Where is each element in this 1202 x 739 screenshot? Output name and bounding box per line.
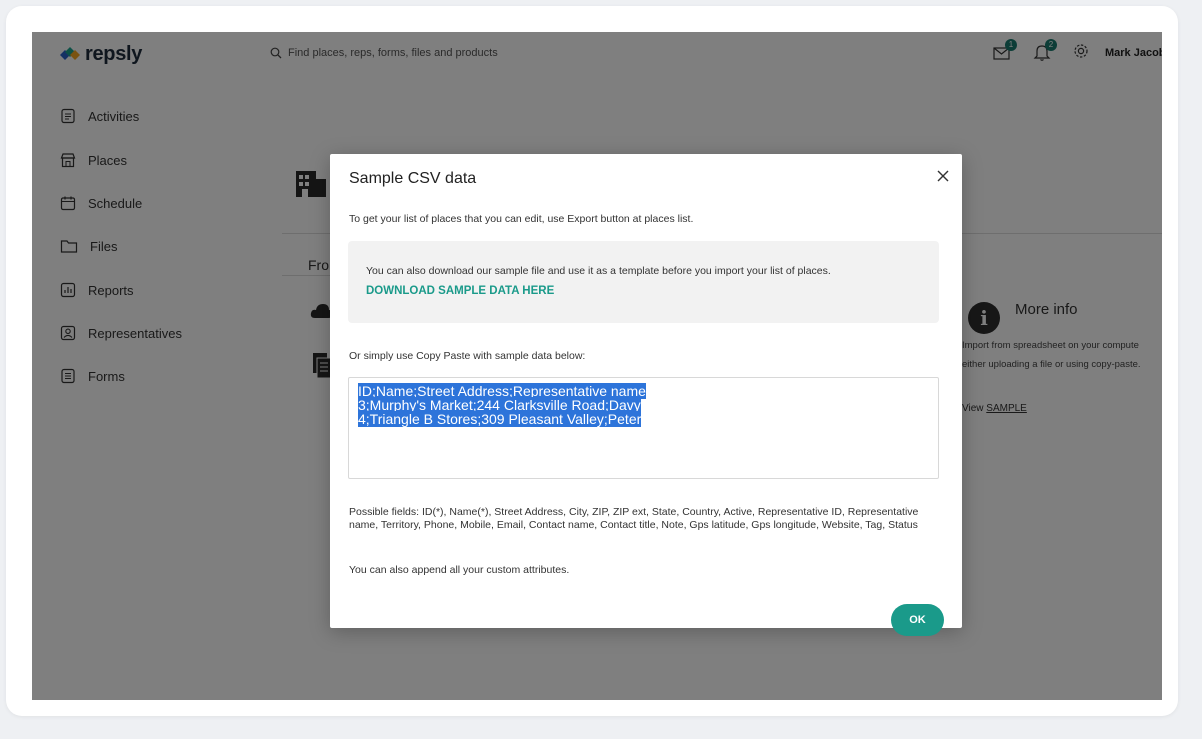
download-info-box: You can also download our sample file an… bbox=[348, 241, 939, 323]
csv-sample-textarea[interactable]: ID;Name;Street Address;Representative na… bbox=[348, 377, 939, 479]
copy-paste-label: Or simply use Copy Paste with sample dat… bbox=[349, 350, 586, 362]
csv-line: ID;Name;Street Address;Representative na… bbox=[358, 383, 929, 399]
close-icon bbox=[937, 170, 949, 182]
csv-line: 4;Triangle B Stores;309 Pleasant Valley;… bbox=[358, 411, 929, 427]
app-window: repsly Find places, reps, forms, files a… bbox=[32, 32, 1162, 700]
modal-intro-text: To get your list of places that you can … bbox=[349, 213, 694, 225]
ok-button[interactable]: OK bbox=[891, 604, 944, 636]
screenshot-frame: repsly Find places, reps, forms, files a… bbox=[6, 6, 1178, 716]
possible-fields-text: Possible fields: ID(*), Name(*), Street … bbox=[349, 506, 919, 531]
download-info-text: You can also download our sample file an… bbox=[366, 265, 831, 277]
csv-line: 3;Murphy's Market;244 Clarksville Road;D… bbox=[358, 397, 929, 413]
custom-attributes-text: You can also append all your custom attr… bbox=[349, 564, 570, 576]
close-button[interactable] bbox=[931, 164, 955, 188]
modal-title: Sample CSV data bbox=[349, 170, 477, 187]
csv-line-text: 4;Triangle B Stores;309 Pleasant Valley;… bbox=[358, 411, 642, 427]
download-sample-link[interactable]: DOWNLOAD SAMPLE DATA HERE bbox=[366, 285, 554, 297]
sample-csv-modal: Sample CSV data To get your list of plac… bbox=[330, 154, 962, 636]
